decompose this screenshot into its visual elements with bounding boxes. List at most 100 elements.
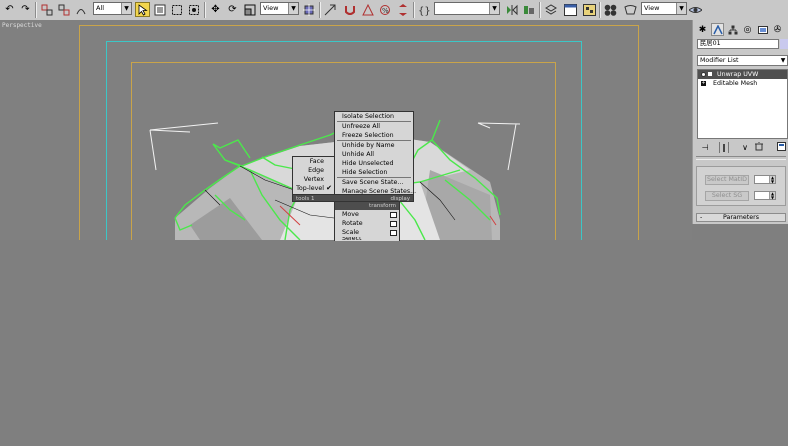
menu-item-scale[interactable]: Scale: [335, 228, 399, 237]
modify-tab-icon[interactable]: [711, 23, 724, 36]
spinner-arrows-icon[interactable]: ▲ ▼: [769, 176, 775, 184]
motion-tab-icon[interactable]: ◎: [741, 23, 754, 36]
angle-snap-icon[interactable]: [360, 2, 375, 17]
object-color-swatch[interactable]: [780, 39, 788, 49]
lightbulb-icon[interactable]: [701, 72, 706, 77]
menu-item-rotate-label: Rotate: [342, 220, 363, 227]
sg-spinner[interactable]: ▲ ▼: [754, 191, 776, 200]
spinner-snap-icon[interactable]: [395, 2, 410, 17]
show-end-result-icon[interactable]: ‖: [719, 142, 729, 153]
bind-to-space-warp-icon[interactable]: [73, 2, 88, 17]
svg-text:%: %: [382, 7, 389, 15]
select-and-link-icon[interactable]: [39, 2, 54, 17]
pin-stack-icon[interactable]: ⊣: [699, 142, 711, 153]
menu-item-face[interactable]: Face: [293, 157, 334, 166]
menu-item-move[interactable]: Move: [335, 210, 399, 219]
spinner-arrows-icon[interactable]: ▲ ▼: [769, 192, 775, 200]
menu-item-select[interactable]: Select: [335, 237, 399, 241]
menu-item-unhide-all[interactable]: Unhide All: [335, 150, 413, 159]
stack-item-unwrap-uvw[interactable]: Unwrap UVW: [698, 70, 787, 79]
named-selection-set-dropdown[interactable]: ▼: [434, 2, 500, 15]
menu-item-hide-selection[interactable]: Hide Selection: [335, 168, 413, 177]
scale-icon[interactable]: [242, 2, 257, 17]
quad-header-tools-label: tools 1: [296, 196, 315, 202]
hierarchy-tab-icon[interactable]: [726, 23, 739, 36]
settings-box-icon[interactable]: [390, 221, 397, 227]
menu-item-move-label: Move: [342, 211, 359, 218]
chevron-down-icon: ▼: [489, 3, 499, 14]
display-tab-icon[interactable]: [756, 23, 769, 36]
undo-icon[interactable]: ↶: [2, 2, 17, 17]
schematic-view-icon[interactable]: [582, 2, 597, 17]
quick-render-icon[interactable]: [688, 2, 703, 17]
rotate-icon[interactable]: ⟳: [225, 2, 240, 17]
reference-coordinate-dropdown[interactable]: View ▼: [260, 2, 299, 15]
stack-item-label: Unwrap UVW: [717, 71, 759, 78]
collapse-icon: -: [700, 214, 703, 221]
create-tab-icon[interactable]: ✱: [696, 23, 709, 36]
chevron-down-icon: ▼: [121, 3, 131, 14]
configure-modifier-sets-icon[interactable]: [775, 142, 787, 153]
settings-box-icon[interactable]: [390, 230, 397, 236]
select-by-name-icon[interactable]: [152, 2, 167, 17]
toolbar-separator: [204, 2, 206, 18]
make-unique-icon[interactable]: ∨: [739, 142, 751, 153]
main-toolbar: ↶ ↷ All ▼ ✥ ⟳ View ▼ % {} ▼ View ▼: [0, 0, 788, 21]
menu-item-isolate-selection[interactable]: Isolate Selection: [335, 112, 413, 121]
expand-icon[interactable]: [708, 72, 712, 76]
menu-item-unhide-by-name[interactable]: Unhide by Name: [335, 141, 413, 150]
toolbar-separator: [319, 2, 321, 18]
stack-item-label: Editable Mesh: [713, 80, 758, 87]
render-type-dropdown[interactable]: View ▼: [641, 2, 687, 15]
edit-named-selection-icon[interactable]: {}: [416, 2, 431, 17]
menu-item-top-level[interactable]: Top-level ✔: [293, 184, 334, 193]
select-and-manipulate-icon[interactable]: [322, 2, 337, 17]
parameters-label: Parameters: [722, 214, 760, 221]
quad-menu-display: Isolate Selection Unfreeze All Freeze Se…: [334, 111, 416, 197]
snap-toggle-icon[interactable]: [342, 2, 357, 17]
menu-item-hide-unselected[interactable]: Hide Unselected: [335, 159, 413, 168]
parameters-rollout-header[interactable]: - Parameters: [696, 213, 786, 222]
viewport-label: Perspective: [2, 22, 42, 29]
pivot-center-icon[interactable]: [301, 2, 316, 17]
settings-box-icon[interactable]: [390, 212, 397, 218]
menu-item-top-level-label: Top-level: [296, 185, 324, 192]
remove-modifier-icon[interactable]: [753, 141, 765, 153]
select-matid-button[interactable]: Select MatID: [705, 175, 749, 185]
selection-rollout: Select MatID ▲ ▼ Select SG ▲ ▼: [696, 166, 786, 206]
curve-editor-icon[interactable]: [563, 2, 578, 17]
align-icon[interactable]: [521, 2, 536, 17]
stack-item-editable-mesh[interactable]: + Editable Mesh: [698, 79, 787, 88]
modifier-list-dropdown[interactable]: Modifier List ▼: [697, 55, 788, 66]
toolbar-separator: [413, 2, 415, 18]
utilities-tab-icon[interactable]: ✇: [771, 23, 784, 36]
unlink-selection-icon[interactable]: [56, 2, 71, 17]
menu-item-vertex[interactable]: Vertex: [293, 175, 334, 184]
rectangular-selection-region-icon[interactable]: [169, 2, 184, 17]
object-name-field[interactable]: 民居01: [697, 39, 779, 49]
svg-text:{}: {}: [418, 6, 430, 16]
selection-filter-dropdown[interactable]: All ▼: [93, 2, 132, 15]
select-object-icon[interactable]: [135, 2, 150, 17]
mirror-icon[interactable]: [504, 2, 519, 17]
expand-icon[interactable]: +: [701, 81, 706, 86]
stack-toolbar: ⊣ ‖ ∨: [697, 141, 788, 154]
quad-menu-transform: transform Move Rotate Scale Select: [334, 201, 400, 241]
render-scene-icon[interactable]: [623, 2, 638, 17]
menu-item-rotate[interactable]: Rotate: [335, 219, 399, 228]
material-editor-icon[interactable]: [603, 2, 618, 17]
select-sg-button[interactable]: Select SG: [705, 191, 749, 201]
layer-manager-icon[interactable]: [543, 2, 558, 17]
modifier-stack: Unwrap UVW + Editable Mesh: [697, 69, 788, 139]
redo-icon[interactable]: ↷: [18, 2, 33, 17]
menu-item-edge[interactable]: Edge: [293, 166, 334, 175]
menu-item-save-scene-state[interactable]: Save Scene State...: [335, 178, 413, 187]
matid-spinner[interactable]: ▲ ▼: [754, 175, 776, 184]
chevron-down-icon: ▼: [780, 57, 786, 64]
menu-item-unfreeze-all[interactable]: Unfreeze All: [335, 122, 413, 131]
toolbar-separator: [35, 2, 37, 18]
window-crossing-icon[interactable]: [186, 2, 201, 17]
percent-snap-icon[interactable]: %: [377, 2, 392, 17]
move-icon[interactable]: ✥: [208, 2, 223, 17]
menu-item-freeze-selection[interactable]: Freeze Selection: [335, 131, 413, 140]
